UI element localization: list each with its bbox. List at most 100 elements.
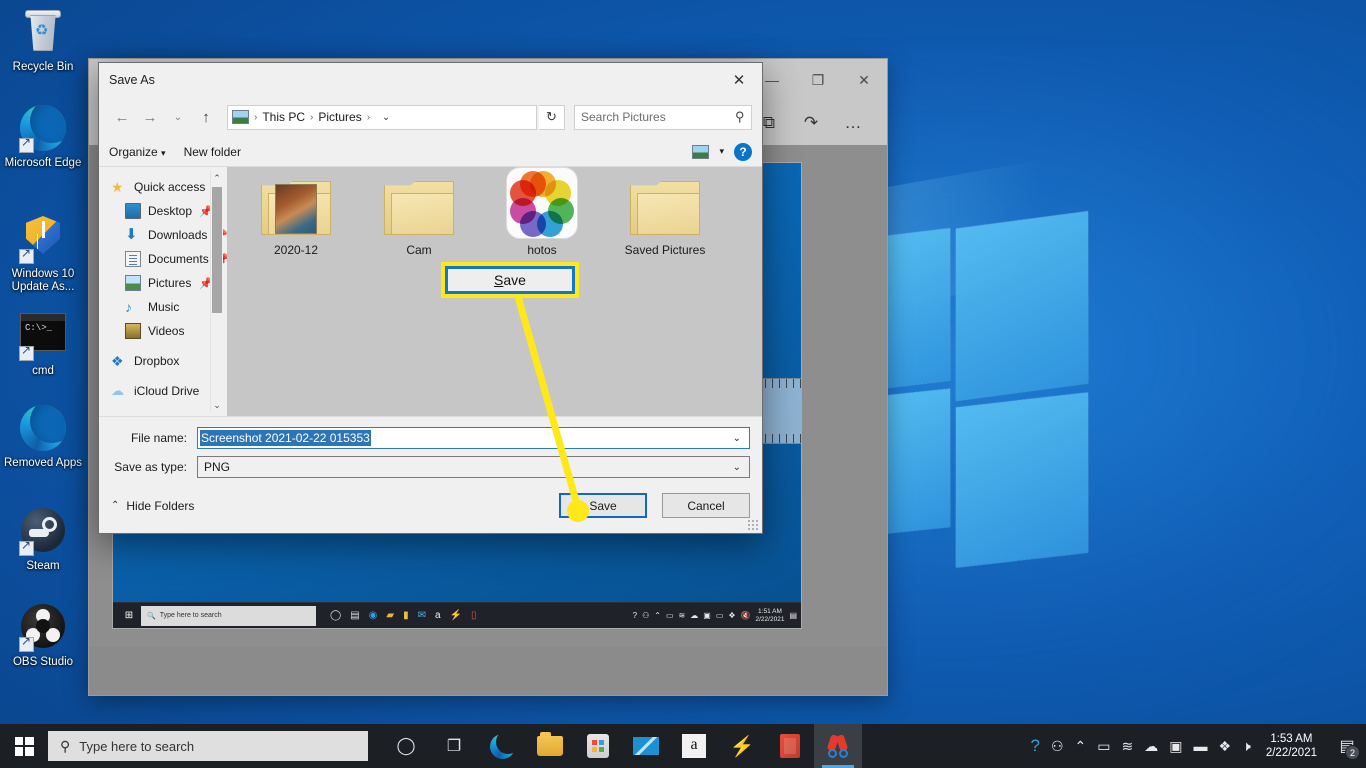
- new-folder-button[interactable]: New folder: [184, 145, 241, 159]
- desktop-icon-steam[interactable]: Steam: [0, 506, 86, 573]
- sidebar-item-quick-access[interactable]: ★ Quick access: [105, 175, 227, 199]
- sidebar-item-label: Dropbox: [134, 354, 179, 368]
- inner-clock: 1:51 AM 2/22/2021: [756, 608, 785, 624]
- breadcrumb-item-this-pc[interactable]: This PC: [262, 110, 305, 124]
- chevron-down-icon[interactable]: ⌄: [733, 462, 747, 473]
- breadcrumb-item-pictures[interactable]: Pictures: [318, 110, 361, 124]
- taskbar-edge-icon[interactable]: [478, 724, 526, 768]
- resize-grip[interactable]: [747, 519, 759, 531]
- organize-button[interactable]: Organize ▾: [109, 145, 166, 159]
- sidebar-item-label: Videos: [148, 324, 184, 338]
- sidebar-item-music[interactable]: ♪ Music: [105, 295, 227, 319]
- hide-folders-label: Hide Folders: [126, 499, 194, 513]
- desktop-icon-label: Microsoft Edge: [0, 157, 86, 170]
- dialog-fields: File name: Screenshot 2021-02-22 015353 …: [99, 417, 762, 478]
- close-icon[interactable]: ✕: [716, 63, 762, 97]
- back-button[interactable]: ←: [109, 104, 135, 130]
- sidebar-item-label: Pictures: [148, 276, 191, 290]
- sidebar-item-desktop[interactable]: Desktop 📌: [105, 199, 227, 223]
- search-input[interactable]: ⚲ Type here to search: [48, 731, 368, 761]
- cancel-button[interactable]: Cancel: [662, 493, 750, 518]
- maximize-button[interactable]: ❐: [795, 59, 841, 101]
- chevron-down-icon[interactable]: ⌄: [375, 105, 397, 130]
- scroll-down-icon[interactable]: ⌄: [211, 398, 223, 412]
- scroll-up-icon[interactable]: ⌃: [211, 171, 223, 185]
- sidebar-item-downloads[interactable]: ⬇ Downloads 📌: [105, 223, 227, 247]
- sidebar-item-label: Desktop: [148, 204, 192, 218]
- callout-label-rest: ave: [503, 272, 526, 288]
- view-options-icon[interactable]: [692, 145, 709, 159]
- dialog-title: Save As: [109, 73, 155, 87]
- list-item[interactable]: hotos: [487, 175, 597, 257]
- more-icon[interactable]: …: [835, 107, 871, 139]
- chevron-down-icon[interactable]: ⌄: [733, 433, 747, 444]
- taskbar-amazon-icon[interactable]: a: [670, 724, 718, 768]
- refresh-icon[interactable]: ↻: [539, 105, 565, 130]
- share-icon[interactable]: ↷: [793, 107, 829, 139]
- sidebar-item-documents[interactable]: Documents 📌: [105, 247, 227, 271]
- clock-time: 1:53 AM: [1270, 733, 1312, 745]
- taskbar-lightning-icon[interactable]: ⚡: [718, 724, 766, 768]
- taskbar-office-icon[interactable]: [766, 724, 814, 768]
- inner-battery-icon: ▭: [716, 611, 724, 620]
- taskbar-cortana-icon[interactable]: ◯: [382, 724, 430, 768]
- save-as-type-select[interactable]: PNG ⌄: [197, 456, 750, 478]
- search-input[interactable]: Search Pictures ⚲: [574, 105, 752, 130]
- desktop-icon-removed-apps[interactable]: Removed Apps: [0, 404, 86, 470]
- desktop-icon-recycle-bin[interactable]: ♻ Recycle Bin: [0, 6, 86, 74]
- sidebar-item-pictures[interactable]: Pictures 📌: [105, 271, 227, 295]
- battery-icon[interactable]: ▬: [1193, 738, 1207, 754]
- sidebar-item-dropbox[interactable]: ❖ Dropbox: [105, 349, 227, 373]
- taskbar-snip-and-sketch-icon[interactable]: [814, 724, 862, 768]
- folder-icon: [384, 181, 454, 235]
- hide-folders-button[interactable]: ⌃ Hide Folders: [111, 499, 194, 513]
- hero-pane-top-left: [888, 228, 950, 388]
- documents-icon: [125, 251, 141, 267]
- chevron-down-icon: ▾: [161, 148, 166, 158]
- wifi-icon[interactable]: ≋: [1121, 738, 1133, 755]
- navigation-sidebar[interactable]: ★ Quick access Desktop 📌 ⬇ Downloads 📌 D…: [99, 167, 227, 416]
- desktop-icon-obs-studio[interactable]: OBS Studio: [0, 602, 86, 669]
- camera-icon[interactable]: ▭: [1097, 738, 1110, 755]
- display-icon[interactable]: ▣: [1169, 738, 1182, 755]
- taskbar[interactable]: ⚲ Type here to search ◯ ❐ a ⚡: [0, 724, 1366, 768]
- breadcrumb-separator: ›: [367, 112, 370, 123]
- help-icon[interactable]: ?: [734, 143, 752, 161]
- close-button[interactable]: ✕: [841, 59, 887, 101]
- sidebar-item-label: Documents: [148, 252, 209, 266]
- list-item[interactable]: 2020-12: [241, 181, 351, 257]
- start-icon[interactable]: [0, 724, 48, 768]
- volume-muted-icon[interactable]: 🕨: [1242, 738, 1251, 755]
- inner-edge-icon: ◉: [369, 610, 378, 621]
- desktop-icon-cmd[interactable]: C:\>_ cmd: [0, 308, 86, 378]
- taskbar-task-view-icon[interactable]: ❐: [430, 724, 478, 768]
- action-center-icon[interactable]: ▤ 2: [1332, 724, 1362, 768]
- sidebar-item-icloud-drive[interactable]: ☁ iCloud Drive: [105, 379, 227, 403]
- edge-icon: [19, 405, 67, 453]
- scrollbar-thumb[interactable]: [212, 187, 222, 313]
- recent-locations-button[interactable]: ⌄: [165, 104, 191, 130]
- list-item[interactable]: Cam: [364, 181, 474, 257]
- forward-button[interactable]: →: [137, 104, 163, 130]
- taskbar-file-explorer-icon[interactable]: [526, 724, 574, 768]
- sidebar-item-videos[interactable]: Videos: [105, 319, 227, 343]
- file-name-input[interactable]: Screenshot 2021-02-22 015353 ⌄: [197, 427, 750, 449]
- sidebar-scrollbar[interactable]: ⌃ ⌄: [210, 171, 223, 412]
- callout-save-button: Save: [441, 262, 579, 298]
- save-as-dialog[interactable]: Save As ✕ ← → ⌄ ↑ › This PC › Pictures ›…: [98, 62, 763, 534]
- help-icon[interactable]: ?: [1030, 736, 1039, 756]
- desktop-icon-windows-10-update-assistant[interactable]: Windows 10 Update As...: [0, 212, 86, 294]
- taskbar-mail-icon[interactable]: [622, 724, 670, 768]
- save-button[interactable]: Save: [559, 493, 647, 518]
- onedrive-icon[interactable]: ☁: [1144, 738, 1158, 755]
- breadcrumb[interactable]: › This PC › Pictures › ⌄: [227, 105, 537, 130]
- up-button[interactable]: ↑: [193, 104, 219, 130]
- chevron-down-icon[interactable]: ▾: [719, 146, 724, 157]
- taskbar-microsoft-store-icon[interactable]: [574, 724, 622, 768]
- desktop-icon-microsoft-edge[interactable]: Microsoft Edge: [0, 104, 86, 170]
- dropbox-icon[interactable]: ❖: [1218, 738, 1231, 755]
- show-hidden-icons-icon[interactable]: ⌃: [1075, 738, 1087, 755]
- people-icon[interactable]: ⚇: [1051, 738, 1064, 755]
- list-item[interactable]: Saved Pictures: [610, 181, 720, 257]
- clock[interactable]: 1:53 AM 2/22/2021: [1262, 732, 1321, 760]
